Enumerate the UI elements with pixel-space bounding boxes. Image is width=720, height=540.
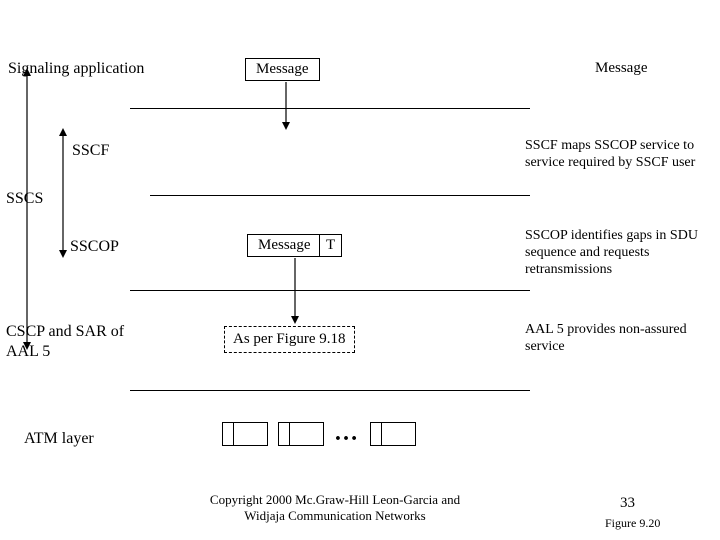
atm-cells: … (222, 420, 422, 447)
atm-cell (278, 422, 324, 446)
sscf-sscop-span-arrow (58, 128, 68, 258)
message-label-right: Message (595, 60, 648, 77)
message-box-mid: Message (247, 234, 320, 257)
divider-4 (130, 390, 530, 391)
atm-layer-label: ATM layer (24, 430, 94, 448)
atm-cell (222, 422, 268, 446)
aal-figure-box: As per Figure 9.18 (224, 326, 355, 353)
trailer-box: T (319, 234, 342, 257)
sscf-note: SSCF maps SSCOP service to service requi… (525, 138, 715, 172)
divider-1 (130, 108, 530, 109)
message-box-top: Message (245, 58, 320, 81)
arrow-down-2 (290, 258, 300, 324)
arrow-down-1 (281, 82, 291, 130)
page-number: 33 (620, 495, 635, 512)
atm-cell (370, 422, 416, 446)
aal-note: AAL 5 provides non-assured service (525, 322, 715, 356)
copyright-text: Copyright 2000 Mc.Graw-Hill Leon-Garcia … (190, 492, 480, 523)
sscf-label: SSCF (72, 142, 109, 160)
divider-2 (150, 195, 530, 196)
sscop-note: SSCOP identifies gaps in SDU sequence an… (525, 228, 715, 278)
divider-3 (130, 290, 530, 291)
sscs-span-arrow (22, 68, 32, 350)
sscop-label: SSCOP (70, 238, 119, 256)
figure-reference: Figure 9.20 (605, 516, 660, 531)
ellipsis: … (334, 420, 360, 446)
cscp-sar-label: CSCP and SAR of AAL 5 (6, 322, 124, 362)
